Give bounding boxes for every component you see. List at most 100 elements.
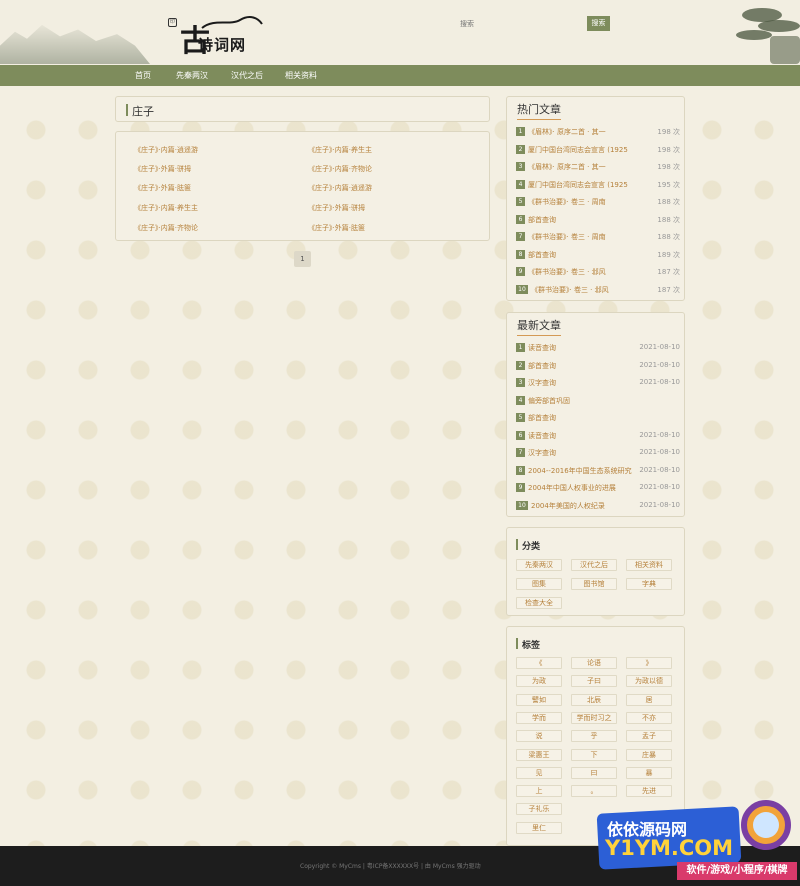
- list-item-title[interactable]: 《眉林》· 原序二首 · 其一: [528, 127, 606, 137]
- tag-chip[interactable]: 》: [626, 657, 672, 669]
- article-link[interactable]: 《庄子》·内篇·齐物论: [308, 164, 372, 174]
- tag-chip[interactable]: 子曰: [571, 675, 617, 688]
- tag-chip[interactable]: 上: [516, 785, 562, 798]
- category-chip[interactable]: 字典: [626, 578, 672, 590]
- tag-chip[interactable]: 为政以德: [626, 675, 672, 688]
- article-link[interactable]: 《庄子》·内篇·齐物论: [134, 223, 198, 233]
- list-item-title[interactable]: 2004年美国的人权纪录: [531, 501, 605, 511]
- list-item[interactable]: 10 2004年美国的人权纪录 2021-08-10: [516, 499, 680, 513]
- tag-chip[interactable]: 《: [516, 657, 562, 669]
- tag-chip[interactable]: 为政: [516, 675, 562, 688]
- list-item-title[interactable]: 厦门中国台湾同志会宣言 (1925: [528, 180, 628, 190]
- category-chip[interactable]: 图集: [516, 578, 562, 590]
- nav-item-after-han[interactable]: 汉代之后: [231, 65, 263, 86]
- tag-chip[interactable]: 里仁: [516, 821, 562, 834]
- tag-chip[interactable]: 孟子: [626, 730, 672, 743]
- nav-item-resources[interactable]: 相关资料: [285, 65, 317, 86]
- article-link[interactable]: 《庄子》·外篇·胠箧: [308, 223, 365, 233]
- list-item-title[interactable]: 2004--2016年中国生态系统研究: [528, 466, 632, 476]
- list-item-title[interactable]: 部首查询: [528, 361, 556, 371]
- site-logo[interactable]: 印 古 诗词网: [168, 12, 268, 59]
- article-link[interactable]: 《庄子》·内篇·逍遥游: [134, 145, 198, 155]
- list-item-title[interactable]: 《眉林》· 原序二首 · 其一: [528, 162, 606, 172]
- tag-chip[interactable]: 乎: [571, 730, 617, 743]
- category-chip[interactable]: 相关资料: [626, 559, 672, 571]
- category-chip[interactable]: 图书馆: [571, 578, 617, 590]
- search-button[interactable]: 搜索: [587, 16, 610, 31]
- list-item-title[interactable]: 《群书治要》· 卷三 · 邶风: [531, 285, 609, 295]
- list-item[interactable]: 2 部首查询 2021-08-10: [516, 359, 680, 373]
- list-item-title[interactable]: 2004年中国人权事业的进展: [528, 483, 616, 493]
- nav-item-pre-qin[interactable]: 先秦两汉: [176, 65, 208, 86]
- tag-chip[interactable]: 暴: [626, 766, 672, 779]
- list-item[interactable]: 2 厦门中国台湾同志会宣言 (1925 198 次: [516, 143, 680, 157]
- category-chip[interactable]: 检查大全: [516, 597, 562, 609]
- hot-articles-title: 热门文章: [517, 101, 561, 120]
- rank-badge: 6: [516, 214, 525, 224]
- latest-articles-panel: 最新文章 1 读音查询 2021-08-10 2 部首查询 2021-08-10 3 汉字查询…: [506, 312, 685, 517]
- tag-chip[interactable]: 论语: [571, 657, 617, 669]
- list-item-title[interactable]: 读音查询: [528, 343, 556, 353]
- list-item[interactable]: 8 2004--2016年中国生态系统研究 2021-08-10: [516, 464, 680, 478]
- tag-chip[interactable]: 学而时习之: [571, 711, 617, 724]
- search-input[interactable]: [456, 16, 582, 32]
- category-chip[interactable]: 汉代之后: [571, 559, 617, 571]
- tag-chip[interactable]: 子礼乐: [516, 803, 562, 816]
- list-item[interactable]: 9 《群书治要》· 卷三 · 邶风 187 次: [516, 265, 680, 279]
- tag-chip[interactable]: 见: [516, 766, 562, 779]
- list-item-title[interactable]: 读音查询: [528, 431, 556, 441]
- list-item[interactable]: 9 2004年中国人权事业的进展 2021-08-10: [516, 481, 680, 495]
- list-item-title[interactable]: 部首查询: [528, 215, 556, 225]
- rank-badge: 10: [516, 284, 528, 294]
- pagination-page-1[interactable]: 1: [294, 251, 311, 267]
- tag-chip[interactable]: 不亦: [626, 711, 672, 724]
- tag-chip[interactable]: 北辰: [571, 693, 617, 706]
- list-item[interactable]: 6 部首查询 188 次: [516, 213, 680, 227]
- list-item[interactable]: 8 部首查询 189 次: [516, 248, 680, 262]
- article-link[interactable]: 《庄子》·内篇·养生主: [308, 145, 372, 155]
- article-link[interactable]: 《庄子》·内篇·养生主: [134, 203, 198, 213]
- article-link[interactable]: 《庄子》·外篇·骈拇: [308, 203, 365, 213]
- list-item-title[interactable]: 部首查询: [528, 250, 556, 260]
- tag-chip[interactable]: 下: [571, 748, 617, 761]
- list-item-title[interactable]: 厦门中国台湾同志会宣言 (1925: [528, 145, 628, 155]
- list-item[interactable]: 6 读音查询 2021-08-10: [516, 429, 680, 443]
- list-item[interactable]: 3 汉字查询 2021-08-10: [516, 376, 680, 390]
- category-chip[interactable]: 先秦两汉: [516, 559, 562, 571]
- list-item[interactable]: 10 《群书治要》· 卷三 · 邶风 187 次: [516, 283, 680, 297]
- tag-chip[interactable]: 譬如: [516, 693, 562, 706]
- categories-title: 分类: [522, 542, 541, 552]
- nav-item-home[interactable]: 首页: [135, 65, 151, 86]
- article-link[interactable]: 《庄子》·内篇·逍遥游: [308, 183, 372, 193]
- list-item[interactable]: 1 《眉林》· 原序二首 · 其一 198 次: [516, 125, 680, 139]
- tag-chip[interactable]: 曰: [571, 766, 617, 779]
- list-item[interactable]: 3 《眉林》· 原序二首 · 其一 198 次: [516, 160, 680, 174]
- list-item[interactable]: 7 《群书治要》· 卷三 · 周南 188 次: [516, 230, 680, 244]
- tag-chip[interactable]: 学而: [516, 711, 562, 724]
- list-item[interactable]: 4 偏旁部首巩固: [516, 394, 680, 408]
- site-header: 印 古 诗词网 搜索: [0, 0, 800, 64]
- tag-chip[interactable]: 梁惠王: [516, 748, 562, 761]
- list-item-title[interactable]: 汉字查询: [528, 448, 556, 458]
- tag-chip[interactable]: 居: [626, 693, 672, 706]
- list-item-title[interactable]: 部首查询: [528, 413, 556, 423]
- list-item[interactable]: 5 《群书治要》· 卷三 · 周南 188 次: [516, 195, 680, 209]
- list-item-title[interactable]: 《群书治要》· 卷三 · 周南: [528, 232, 606, 242]
- tag-chip[interactable]: 说: [516, 730, 562, 743]
- list-item-title[interactable]: 《群书治要》· 卷三 · 周南: [528, 197, 606, 207]
- list-item-title[interactable]: 汉字查询: [528, 378, 556, 388]
- list-item[interactable]: 5 部首查询: [516, 411, 680, 425]
- list-item-title[interactable]: 《群书治要》· 卷三 · 邶风: [528, 267, 606, 277]
- magnifier-lens-icon: [753, 812, 779, 838]
- categories-panel: 分类 先秦两汉 汉代之后 相关资料图集 图书馆 字典检查大全: [506, 527, 685, 616]
- list-item-meta: 198 次: [657, 128, 680, 136]
- rank-badge: 6: [516, 430, 525, 440]
- title-accent-bar: [126, 104, 128, 116]
- list-item-title[interactable]: 偏旁部首巩固: [528, 396, 570, 406]
- list-item[interactable]: 1 读音查询 2021-08-10: [516, 341, 680, 355]
- list-item[interactable]: 7 汉字查询 2021-08-10: [516, 446, 680, 460]
- article-link[interactable]: 《庄子》·外篇·骈拇: [134, 164, 191, 174]
- tag-chip[interactable]: 庄暴: [626, 748, 672, 761]
- list-item[interactable]: 4 厦门中国台湾同志会宣言 (1925 195 次: [516, 178, 680, 192]
- article-link[interactable]: 《庄子》·外篇·胠箧: [134, 183, 191, 193]
